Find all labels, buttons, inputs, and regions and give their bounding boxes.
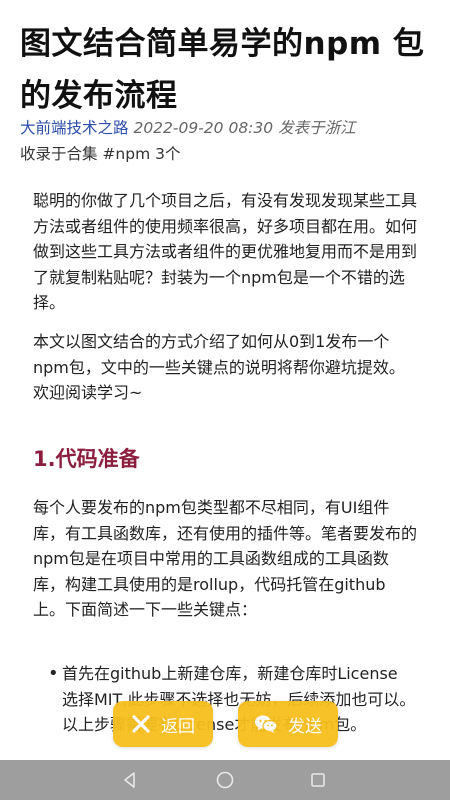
paragraph-overview: 本文以图文结合的方式介绍了如何从0到1发布一个npm包，文中的一些关键点的说明将… (33, 332, 405, 402)
nav-recent-square-icon[interactable] (308, 770, 328, 790)
paragraph-intro: 聪明的你做了几个项目之后，有没有发现发现某些工具方法或者组件的使用频率很高，好多… (33, 191, 418, 312)
system-navigation-bar (0, 760, 450, 800)
back-button-label: 返回 (161, 716, 195, 737)
collection-link[interactable]: 收录于合集 #npm 3个 (20, 143, 180, 165)
send-button[interactable]: 发送 (238, 701, 338, 747)
section-heading-code-prep: 1.代码准备 (33, 447, 140, 471)
close-x-icon (131, 714, 151, 734)
paragraph-code-prep: 每个人要发布的npm包类型都不尽相同，有UI组件库，有工具函数库，还有使用的插件… (33, 498, 418, 619)
article-meta: 大前端技术之路 2022-09-20 08:30 发表于浙江 (20, 117, 440, 139)
wechat-icon (254, 714, 278, 734)
nav-home-circle-icon[interactable] (215, 770, 235, 790)
article-page: 图文结合简单易学的npm 包的发布流程 大前端技术之路 2022-09-20 0… (0, 0, 450, 800)
nav-back-triangle-icon[interactable] (120, 770, 140, 790)
back-button[interactable]: 返回 (113, 701, 213, 747)
publish-location: 发表于浙江 (278, 119, 356, 137)
send-button-label: 发送 (288, 716, 322, 737)
article-title: 图文结合简单易学的npm 包的发布流程 (20, 26, 425, 114)
account-name-link[interactable]: 大前端技术之路 (20, 119, 129, 137)
publish-datetime: 2022-09-20 08:30 (133, 119, 274, 137)
